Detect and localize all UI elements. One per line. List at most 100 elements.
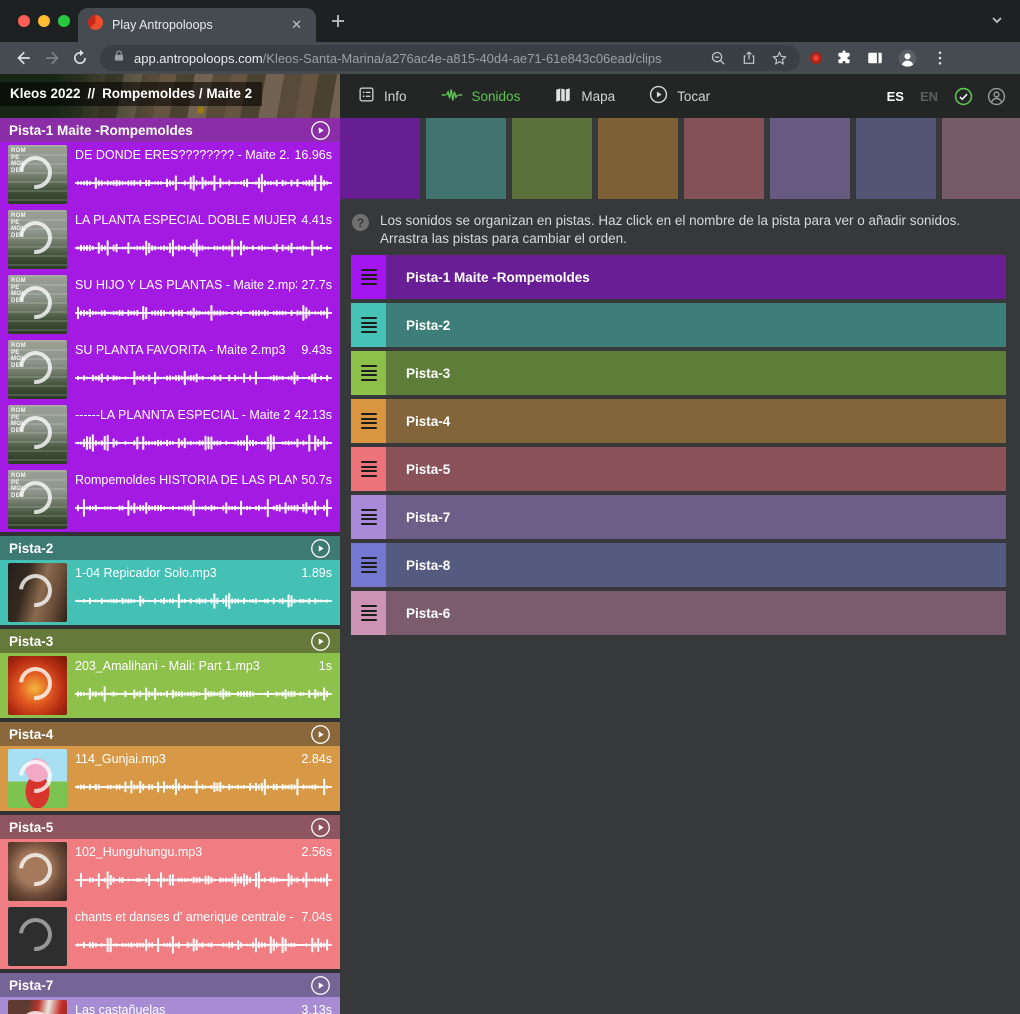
track-color-swatch[interactable] [426,118,506,199]
track-color-swatch[interactable] [856,118,936,199]
forward-icon[interactable] [38,48,66,68]
record-extension-icon[interactable] [810,52,822,64]
track-color-swatch[interactable] [942,118,1020,199]
track-name-bar[interactable]: Pista-5 [386,447,1006,491]
track-clip-list: 102_Hunguhungu.mp32.56schants et danses … [0,839,340,969]
drag-handle[interactable] [351,303,386,347]
track-name-bar[interactable]: Pista-8 [386,543,1006,587]
help-question-icon[interactable]: ? [352,214,369,231]
track-name-bar[interactable]: Pista-7 [386,495,1006,539]
new-tab-button[interactable] [330,13,346,34]
clip-row[interactable]: chants et danses d' amerique centrale - … [0,904,340,969]
track-section-header[interactable]: Pista-5 [0,815,340,839]
close-window-button[interactable] [18,15,30,27]
track-section-header[interactable]: Pista-3 [0,629,340,653]
track-row[interactable]: Pista-6 [351,591,1006,635]
track-row[interactable]: Pista-2 [351,303,1006,347]
zoom-page-icon[interactable] [710,50,727,67]
clip-row[interactable]: ROMPEMOLDESSU HIJO Y LAS PLANTAS - Maite… [0,272,340,337]
track-color-swatch[interactable] [512,118,592,199]
track-name-bar[interactable]: Pista-1 Maite -Rompemoldes [386,255,1006,299]
saved-check-icon[interactable] [954,87,973,106]
track-label: Pista-8 [406,558,450,573]
clip-row[interactable]: ROMPEMOLDESRompemoldes HISTORIA DE LAS P… [0,467,340,532]
clip-row[interactable]: Las castañuelas3.13s [0,997,340,1014]
clip-body: SU PLANTA FAVORITA - Maite 2.mp39.43s [75,340,332,402]
lock-icon[interactable] [112,49,126,68]
track-section-header[interactable]: Pista-4 [0,722,340,746]
track-color-swatch[interactable] [770,118,850,199]
waveform [75,493,332,523]
track-label: Pista-2 [406,318,450,333]
extensions-puzzle-icon[interactable] [835,49,853,67]
play-track-icon[interactable] [310,631,331,652]
drag-handle[interactable] [351,495,386,539]
profile-avatar[interactable] [897,48,918,69]
address-bar[interactable]: app.antropoloops.com/Kleos-Santa-Marina/… [100,45,800,71]
play-track-icon[interactable] [310,975,331,996]
track-row[interactable]: Pista-5 [351,447,1006,491]
clip-title: 102_Hunguhungu.mp3 [75,843,297,861]
side-panel-icon[interactable] [866,49,884,67]
clip-row[interactable]: ROMPEMOLDESDE DONDE ERES???????? - Maite… [0,142,340,207]
play-track-icon[interactable] [310,538,331,559]
nav-item-tocar[interactable]: Tocar [649,85,710,107]
drag-handle[interactable] [351,255,386,299]
drag-handle[interactable] [351,543,386,587]
account-icon[interactable] [987,87,1006,106]
clip-row[interactable]: ROMPEMOLDESLA PLANTA ESPECIAL DOBLE MUJE… [0,207,340,272]
tab-search-chevron-icon[interactable] [990,13,1004,32]
track-row[interactable]: Pista-4 [351,399,1006,443]
drag-handle[interactable] [351,351,386,395]
lang-en-button[interactable]: EN [920,89,938,104]
track-section-header[interactable]: Pista-2 [0,536,340,560]
track-name-bar[interactable]: Pista-6 [386,591,1006,635]
drag-handle[interactable] [351,447,386,491]
app-header: Kleos 2022//Rompemoldes / Maite 2 Info S… [0,74,1020,118]
nav-item-info[interactable]: Info [358,86,407,106]
clip-row[interactable]: 114_Gunjai.mp32.84s [0,746,340,811]
reload-icon[interactable] [66,49,94,67]
track-name-bar[interactable]: Pista-3 [386,351,1006,395]
track-row[interactable]: Pista-3 [351,351,1006,395]
back-icon[interactable] [10,48,38,68]
tab-close-icon[interactable]: ✕ [287,15,306,35]
drag-handle-icon [361,267,377,288]
drag-handle[interactable] [351,591,386,635]
track-row[interactable]: Pista-8 [351,543,1006,587]
track-label: Pista-6 [406,606,450,621]
play-track-icon[interactable] [310,724,331,745]
track-section-header[interactable]: Pista-7 [0,973,340,997]
minimize-window-button[interactable] [38,15,50,27]
clip-thumbnail: ROMPEMOLDES [8,470,67,529]
track-section-header[interactable]: Pista-1 Maite -Rompemoldes [0,118,340,142]
browser-tab[interactable]: Play Antropoloops ✕ [78,8,316,42]
drag-handle[interactable] [351,399,386,443]
play-track-icon[interactable] [310,817,331,838]
clip-row[interactable]: 203_Amalihani - Mali: Part 1.mp31s [0,653,340,718]
url-text[interactable]: app.antropoloops.com/Kleos-Santa-Marina/… [134,51,662,66]
nav-item-sonidos[interactable]: Sonidos [441,87,521,106]
clip-thumbnail [8,907,67,966]
clip-row[interactable]: 1-04 Repicador Solo.mp31.89s [0,560,340,625]
track-color-swatch[interactable] [340,118,420,199]
clip-row[interactable]: ROMPEMOLDESSU PLANTA FAVORITA - Maite 2.… [0,337,340,402]
track-row[interactable]: Pista-7 [351,495,1006,539]
track-section: Pista-4114_Gunjai.mp32.84s [0,722,340,811]
track-row[interactable]: Pista-1 Maite -Rompemoldes [351,255,1006,299]
share-icon[interactable] [741,50,757,66]
track-name-bar[interactable]: Pista-2 [386,303,1006,347]
track-color-swatch[interactable] [598,118,678,199]
zoom-window-button[interactable] [58,15,70,27]
track-color-swatch[interactable] [684,118,764,199]
bookmark-star-icon[interactable] [771,50,788,67]
clip-row[interactable]: ROMPEMOLDES------LA PLANNTA ESPECIAL - M… [0,402,340,467]
track-name-bar[interactable]: Pista-4 [386,399,1006,443]
lang-es-button[interactable]: ES [887,89,904,104]
nav-item-mapa[interactable]: Mapa [554,86,615,107]
map-icon [554,86,572,107]
clip-body: 1-04 Repicador Solo.mp31.89s [75,563,332,625]
clip-row[interactable]: 102_Hunguhungu.mp32.56s [0,839,340,904]
browser-menu-icon[interactable] [931,49,949,67]
play-track-icon[interactable] [310,120,331,141]
